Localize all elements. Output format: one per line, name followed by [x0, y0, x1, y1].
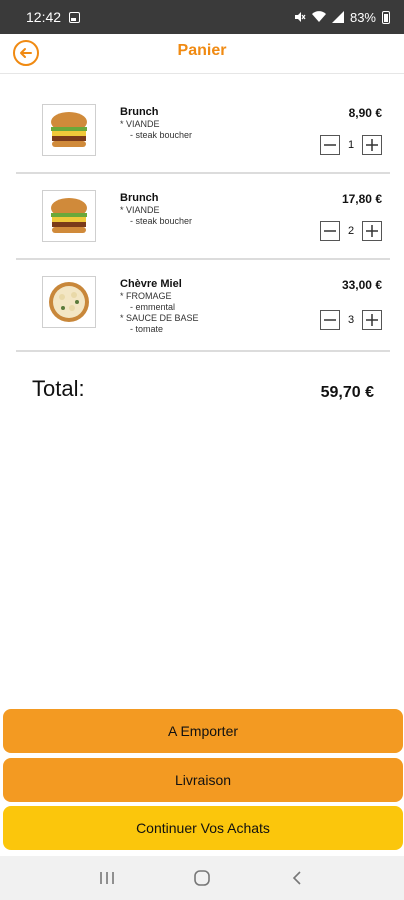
page-title: Panier	[177, 42, 227, 59]
header: Panier	[0, 34, 404, 74]
nav-back-button[interactable]	[282, 863, 312, 893]
cart-list: Brunch * VIANDE - steak boucher 8,90 € 1…	[16, 88, 390, 352]
recent-apps-icon	[100, 872, 115, 884]
item-price: 17,80 €	[341, 192, 382, 206]
item-option: - tomate	[130, 324, 164, 334]
item-name: Chèvre Miel	[120, 278, 182, 290]
item-option: - steak boucher	[130, 216, 193, 226]
plus-icon	[366, 139, 378, 151]
item-option: - emmental	[130, 302, 176, 312]
item-option: * VIANDE	[120, 205, 160, 215]
increase-button[interactable]	[362, 135, 382, 155]
battery-icon	[382, 10, 390, 24]
total-value: 59,70 €	[320, 384, 374, 401]
item-option: * VIANDE	[120, 119, 160, 129]
mute-icon	[294, 12, 306, 22]
cart-item: Chèvre Miel * FROMAGE - emmental * SAUCE…	[16, 260, 390, 352]
increase-button[interactable]	[362, 310, 382, 330]
item-name: Brunch	[120, 192, 159, 204]
decrease-button[interactable]	[320, 135, 340, 155]
increase-button[interactable]	[362, 221, 382, 241]
item-options: * VIANDE - steak boucher	[120, 119, 192, 141]
back-chevron-icon	[292, 871, 301, 885]
quantity-stepper: 1	[320, 135, 382, 155]
minus-icon	[324, 144, 336, 146]
item-option: - steak boucher	[130, 130, 193, 140]
plus-icon	[366, 314, 378, 326]
quantity-stepper: 3	[320, 310, 382, 330]
quantity-value: 3	[347, 314, 355, 326]
system-nav-bar	[0, 856, 404, 900]
takeaway-button[interactable]: A Emporter	[3, 709, 403, 753]
home-icon	[194, 870, 210, 886]
cart-item: Brunch * VIANDE - steak boucher 17,80 € …	[16, 174, 390, 260]
quantity-value: 2	[347, 225, 355, 237]
status-bar: 12:42 83%	[0, 0, 404, 34]
item-price: 33,00 €	[341, 278, 382, 292]
quantity-stepper: 2	[320, 221, 382, 241]
plus-icon	[366, 225, 378, 237]
item-options: * FROMAGE - emmental * SAUCE DE BASE - t…	[120, 291, 199, 335]
status-time: 12:42	[26, 9, 62, 25]
item-name: Brunch	[120, 106, 159, 118]
battery-percent: 83%	[349, 9, 376, 25]
item-options: * VIANDE - steak boucher	[120, 205, 192, 227]
gallery-icon	[69, 11, 81, 23]
continue-shopping-button[interactable]: Continuer Vos Achats	[3, 806, 403, 850]
decrease-button[interactable]	[320, 221, 340, 241]
cart-item: Brunch * VIANDE - steak boucher 8,90 € 1	[16, 88, 390, 174]
home-button[interactable]	[187, 863, 217, 893]
signal-icon	[331, 11, 344, 23]
decrease-button[interactable]	[320, 310, 340, 330]
wifi-icon	[311, 11, 326, 22]
minus-icon	[324, 230, 336, 232]
quantity-value: 1	[347, 139, 355, 151]
burger-image	[42, 104, 96, 156]
delivery-button[interactable]: Livraison	[3, 758, 403, 802]
item-option: * SAUCE DE BASE	[120, 313, 199, 323]
item-price: 8,90 €	[348, 106, 382, 120]
total-label: Total:	[32, 376, 85, 401]
minus-icon	[324, 319, 336, 321]
recent-apps-button[interactable]	[92, 863, 122, 893]
item-option: * FROMAGE	[120, 291, 172, 301]
burger-image	[42, 190, 96, 242]
pizza-image	[42, 276, 96, 328]
